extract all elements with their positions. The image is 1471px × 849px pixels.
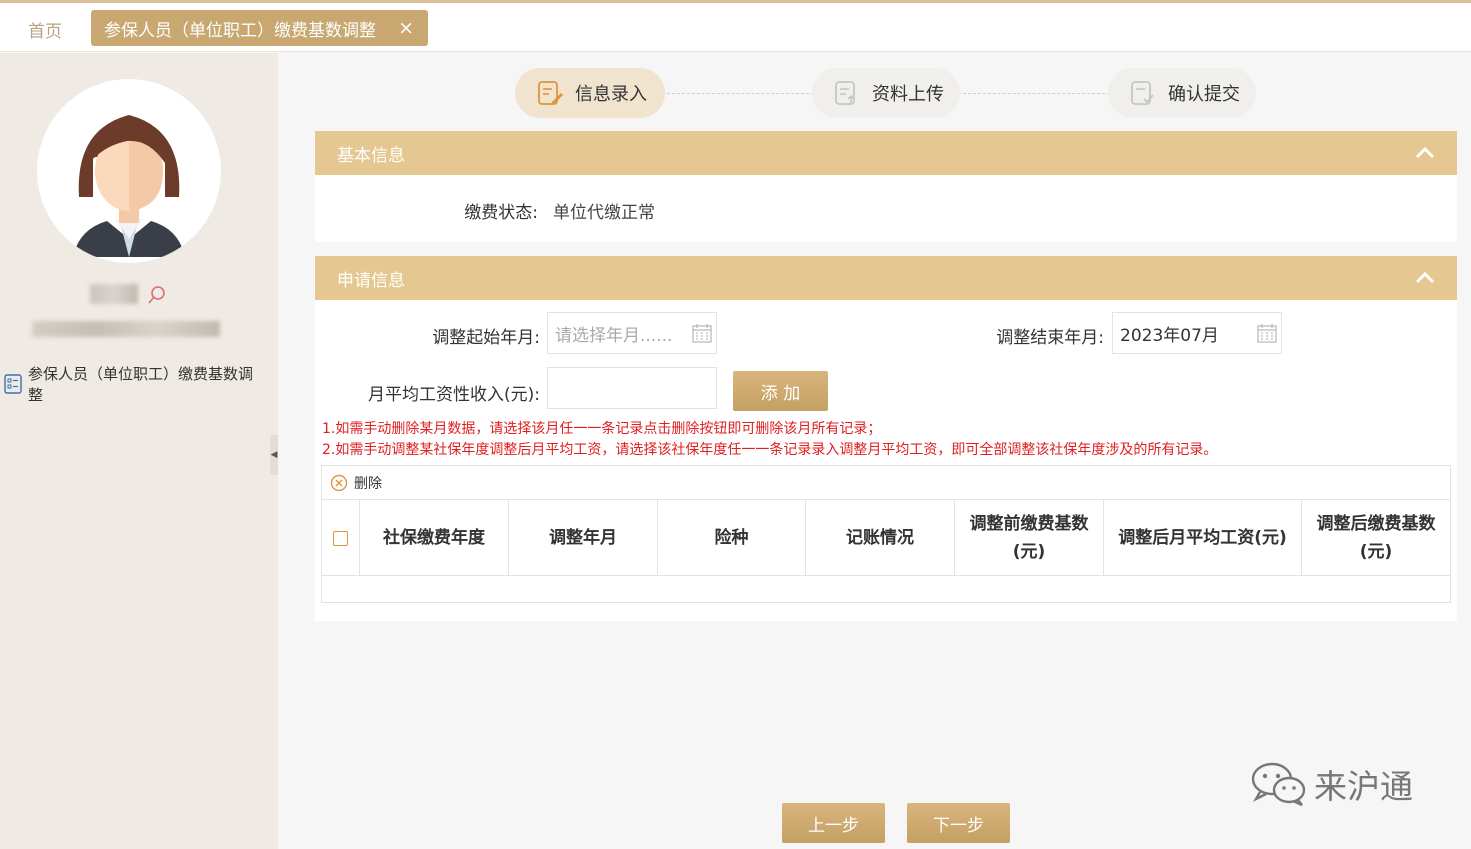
panel-title: 基本信息 xyxy=(337,145,405,166)
step-label: 确认提交 xyxy=(1168,84,1240,105)
add-button[interactable]: 添 加 xyxy=(733,371,828,411)
step-confirm-submit[interactable]: 确认提交 xyxy=(1108,68,1256,118)
chevron-up-icon[interactable] xyxy=(1413,266,1437,290)
sidebar: 参保人员（单位职工）缴费基数调整 xyxy=(0,53,278,849)
payment-status-value: 单位代缴正常 xyxy=(553,203,655,223)
step-label: 信息录入 xyxy=(575,84,647,105)
user-id-masked xyxy=(32,321,220,337)
sidebar-item-label: 参保人员（单位职工）缴费基数调整 xyxy=(28,365,254,404)
calendar-icon[interactable] xyxy=(692,323,712,343)
end-month-label: 调整结束年月: xyxy=(996,328,1104,348)
watermark: 来沪通 xyxy=(1250,760,1413,808)
check-doc-icon xyxy=(1131,81,1154,105)
note-line: 2.如需手动调整某社保年度调整后月平均工资，请选择该社保年度任一一条记录录入调整… xyxy=(322,442,1218,458)
avatar xyxy=(37,79,221,263)
upload-doc-icon xyxy=(835,81,855,105)
adjustment-table: 删除 社保缴费年度 调整年月 险种 记账情况 调整前缴费基数(元) 调整后月平均… xyxy=(321,465,1451,603)
tab-contribution-base-adjust[interactable]: 参保人员（单位职工）缴费基数调整 × xyxy=(91,10,428,46)
monthly-income-input[interactable] xyxy=(547,367,717,409)
col-header[interactable]: 调整年月 xyxy=(509,500,658,576)
wechat-icon xyxy=(1251,762,1306,807)
tab-bar: 首页 参保人员（单位职工）缴费基数调整 × xyxy=(0,3,1471,52)
monthly-income-label: 月平均工资性收入(元): xyxy=(368,385,540,405)
delete-button[interactable]: 删除 xyxy=(322,466,1450,500)
col-header[interactable]: 社保缴费年度 xyxy=(360,500,509,576)
tab-home[interactable]: 首页 xyxy=(28,17,62,42)
chevron-left-icon: ◀ xyxy=(270,450,278,460)
instruction-notes: 1.如需手动删除某月数据，请选择该月任一一条记录点击删除按钮即可删除该月所有记录… xyxy=(322,419,1217,461)
col-header[interactable]: 记账情况 xyxy=(806,500,955,576)
note-line: 1.如需手动删除某月数据，请选择该月任一一条记录点击删除按钮即可删除该月所有记录… xyxy=(322,421,882,437)
start-month-label: 调整起始年月: xyxy=(432,328,540,348)
tab-label: 参保人员（单位职工）缴费基数调整 xyxy=(104,20,376,41)
form-list-icon xyxy=(4,374,22,394)
prev-step-button[interactable]: 上一步 xyxy=(782,803,885,843)
user-avatar-icon xyxy=(73,115,185,257)
basic-info-header[interactable]: 基本信息 xyxy=(315,131,1457,175)
table-header: 社保缴费年度 调整年月 险种 记账情况 调整前缴费基数(元) 调整后月平均工资(… xyxy=(322,500,1450,576)
delete-label: 删除 xyxy=(354,475,382,492)
close-icon[interactable]: × xyxy=(398,17,414,39)
calendar-icon[interactable] xyxy=(1257,323,1277,343)
end-month-value: 2023年07月 xyxy=(1120,325,1219,346)
watermark-text: 来沪通 xyxy=(1314,767,1413,806)
step-file-upload[interactable]: 资料上传 xyxy=(812,68,960,118)
start-month-picker[interactable]: 请选择年月...... xyxy=(547,312,717,354)
payment-status-label: 缴费状态: xyxy=(464,203,538,223)
chevron-up-icon[interactable] xyxy=(1413,141,1437,165)
step-info-entry[interactable]: 信息录入 xyxy=(515,68,665,118)
delete-circle-icon xyxy=(330,474,348,491)
start-month-placeholder: 请选择年月...... xyxy=(555,325,673,346)
sidebar-collapse-handle[interactable]: ◀ xyxy=(270,435,278,475)
search-icon[interactable] xyxy=(147,285,167,310)
col-header[interactable]: 调整后月平均工资(元) xyxy=(1104,500,1302,576)
col-header[interactable]: 调整后缴费基数(元) xyxy=(1302,500,1450,576)
select-all-cell xyxy=(322,500,360,576)
col-header[interactable]: 险种 xyxy=(658,500,806,576)
step-connector xyxy=(958,93,1110,94)
edit-form-icon xyxy=(538,81,563,105)
end-month-picker[interactable]: 2023年07月 xyxy=(1112,312,1282,354)
step-connector xyxy=(662,93,814,94)
apply-info-header[interactable]: 申请信息 xyxy=(315,256,1457,300)
user-name-masked xyxy=(90,284,138,304)
col-header[interactable]: 调整前缴费基数(元) xyxy=(955,500,1104,576)
next-step-button[interactable]: 下一步 xyxy=(907,803,1010,843)
select-all-checkbox[interactable] xyxy=(333,530,348,546)
panel-title: 申请信息 xyxy=(337,270,405,291)
sidebar-item-contribution-base-adjust[interactable]: 参保人员（单位职工）缴费基数调整 xyxy=(4,364,274,406)
step-label: 资料上传 xyxy=(872,84,944,105)
